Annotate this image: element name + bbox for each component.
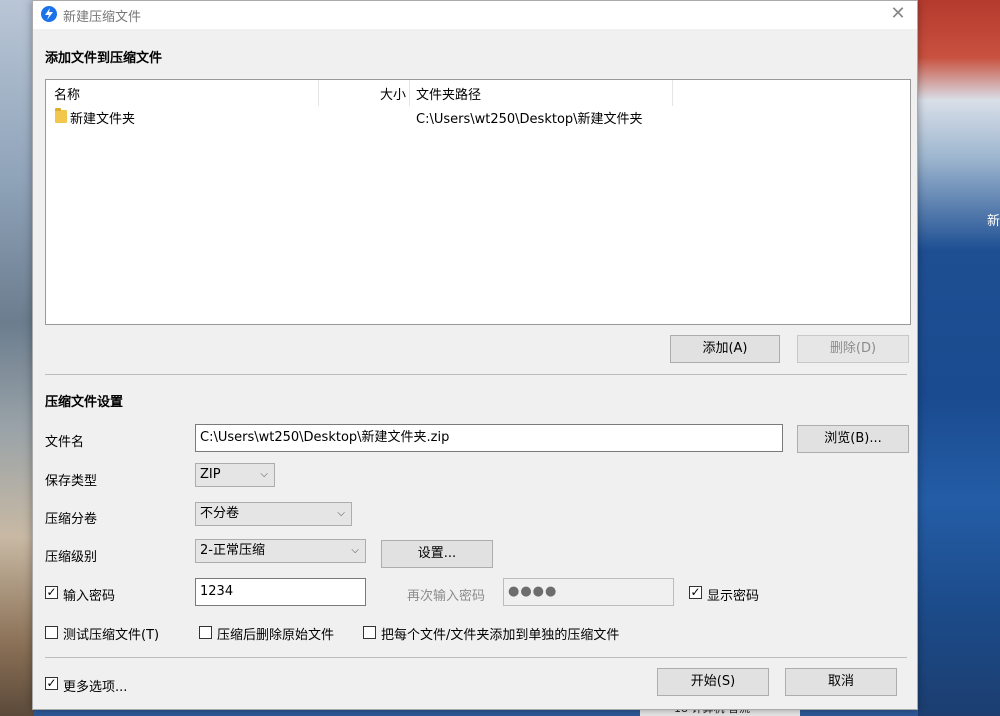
level-select[interactable]: 2-正常压缩 ⌵ bbox=[195, 539, 366, 563]
close-icon[interactable]: ✕ bbox=[885, 3, 911, 25]
window-title: 新建压缩文件 bbox=[63, 10, 142, 25]
delete-after-checkbox[interactable] bbox=[199, 626, 212, 639]
level-value: 2-正常压缩 bbox=[200, 543, 265, 558]
file-name: 新建文件夹 bbox=[70, 112, 136, 127]
column-separator[interactable] bbox=[672, 80, 673, 106]
delete-after-label: 压缩后删除原始文件 bbox=[217, 628, 335, 643]
cancel-button[interactable]: 取消 bbox=[785, 668, 897, 696]
save-type-value: ZIP bbox=[200, 467, 221, 482]
file-path: C:\Users\wt250\Desktop\新建文件夹 bbox=[416, 112, 643, 127]
start-button[interactable]: 开始(S) bbox=[657, 668, 769, 696]
file-list-header: 名称 大小 文件夹路径 bbox=[46, 80, 910, 106]
title-bar: 新建压缩文件 ✕ bbox=[33, 1, 917, 29]
section-divider bbox=[45, 374, 907, 375]
password-label: 输入密码 bbox=[63, 589, 116, 604]
split-value: 不分卷 bbox=[200, 506, 240, 521]
password-input[interactable]: 1234 bbox=[195, 578, 366, 606]
file-list-row[interactable]: 新建文件夹 C:\Users\wt250\Desktop\新建文件夹 bbox=[46, 106, 910, 128]
test-archive-label: 测试压缩文件(T) bbox=[63, 628, 160, 643]
filename-label: 文件名 bbox=[45, 435, 85, 450]
folder-icon bbox=[55, 108, 67, 123]
more-options-checkbox[interactable]: ✓ bbox=[45, 676, 58, 690]
column-size[interactable]: 大小 bbox=[318, 84, 406, 106]
chevron-down-icon: ⌵ bbox=[260, 469, 268, 480]
column-separator[interactable] bbox=[409, 80, 410, 106]
test-archive-checkbox[interactable] bbox=[45, 626, 58, 639]
file-list[interactable]: 名称 大小 文件夹路径 新建文件夹 C:\Users\wt250\Desktop… bbox=[45, 79, 911, 325]
files-section-title: 添加文件到压缩文件 bbox=[45, 51, 163, 66]
separate-archives-label: 把每个文件/文件夹添加到单独的压缩文件 bbox=[381, 628, 620, 643]
app-icon bbox=[41, 6, 57, 22]
more-options-label: 更多选项... bbox=[63, 680, 128, 695]
desktop-wallpaper-left bbox=[0, 0, 34, 716]
browse-button[interactable]: 浏览(B)... bbox=[797, 425, 909, 453]
filename-input[interactable]: C:\Users\wt250\Desktop\新建文件夹.zip bbox=[195, 424, 783, 452]
show-password-label: 显示密码 bbox=[707, 589, 760, 604]
add-button[interactable]: 添加(A) bbox=[670, 335, 780, 363]
chevron-down-icon: ⌵ bbox=[337, 508, 345, 519]
remove-button[interactable]: 删除(D) bbox=[797, 335, 909, 363]
save-type-label: 保存类型 bbox=[45, 474, 98, 489]
reenter-password-label: 再次输入密码 bbox=[407, 589, 486, 604]
separate-archives-checkbox[interactable] bbox=[363, 626, 376, 639]
split-label: 压缩分卷 bbox=[45, 512, 98, 527]
reenter-password-input[interactable]: ●●●● bbox=[503, 578, 674, 606]
checkmark-icon: ✓ bbox=[46, 676, 57, 690]
checkmark-icon: ✓ bbox=[690, 585, 701, 599]
desktop-icon-label: 新 bbox=[986, 214, 1000, 229]
password-checkbox[interactable]: ✓ bbox=[45, 585, 58, 599]
split-select[interactable]: 不分卷 ⌵ bbox=[195, 502, 352, 526]
desktop-wallpaper-right bbox=[918, 0, 1000, 716]
level-label: 压缩级别 bbox=[45, 550, 98, 565]
show-password-checkbox[interactable]: ✓ bbox=[689, 585, 702, 599]
column-path[interactable]: 文件夹路径 bbox=[416, 84, 481, 106]
settings-section-title: 压缩文件设置 bbox=[45, 395, 124, 410]
new-archive-dialog: 新建压缩文件 ✕ 添加文件到压缩文件 名称 大小 文件夹路径 新建文件夹 C:\… bbox=[32, 0, 918, 710]
chevron-down-icon: ⌵ bbox=[351, 545, 359, 556]
footer-divider bbox=[45, 657, 907, 658]
save-type-select[interactable]: ZIP ⌵ bbox=[195, 463, 275, 487]
column-name[interactable]: 名称 bbox=[54, 84, 80, 106]
level-settings-button[interactable]: 设置... bbox=[381, 540, 493, 568]
checkmark-icon: ✓ bbox=[46, 585, 57, 599]
